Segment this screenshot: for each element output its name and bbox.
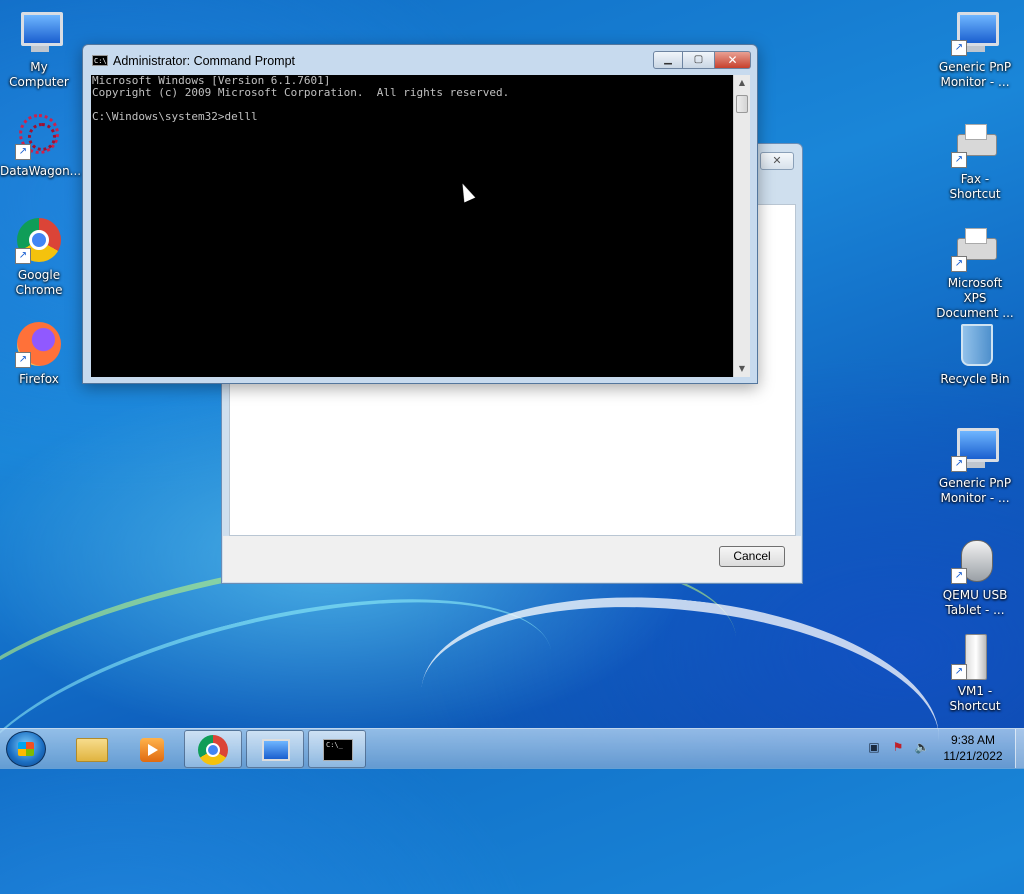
close-button[interactable]: ✕ [715,51,751,69]
scroll-thumb[interactable] [736,95,748,113]
remote-desktop-icon [262,739,290,761]
dialog-close-button[interactable]: ✕ [760,152,794,170]
desktop-icon-fax-shortcut[interactable]: ↗ Fax - Shortcut [936,120,1014,202]
media-player-icon [140,738,164,762]
desktop-icon-label: DataWagon... [0,164,82,178]
window-titlebar[interactable]: C:\ Administrator: Command Prompt ▁ ▢ ✕ [83,45,757,75]
command-prompt-window[interactable]: C:\ Administrator: Command Prompt ▁ ▢ ✕ … [82,44,758,384]
console-area[interactable]: Microsoft Windows [Version 6.1.7601] Cop… [91,75,733,377]
clock[interactable]: 9:38 AM 11/21/2022 [934,732,1012,764]
desktop-icon-label: Generic PnP Monitor - ... [938,60,1012,89]
cmd-icon: C:\_ [323,739,353,761]
desktop-icon-label: VM1 - Shortcut [949,684,1001,713]
desktop-icon-generic-pnp-monitor-2[interactable]: ↗ Generic PnP Monitor - ... [936,424,1014,506]
windows-logo-icon [18,742,34,756]
desktop-icon-datawagon[interactable]: ↗ DataWagon... [0,112,82,179]
desktop-icon-microsoft-xps-document[interactable]: ↗ Microsoft XPS Document ... [936,224,1014,321]
folder-icon [76,738,108,762]
shortcut-arrow-icon: ↗ [15,248,31,264]
shortcut-arrow-icon: ↗ [951,256,967,272]
shortcut-arrow-icon: ↗ [951,456,967,472]
taskbar-button-chrome[interactable] [184,730,242,768]
desktop-icon-label: Recycle Bin [940,372,1010,386]
console-prompt-line: C:\Windows\system32>delll [92,110,258,123]
shortcut-arrow-icon: ↗ [951,568,967,584]
show-desktop-button[interactable] [1015,729,1024,768]
fax-icon: ↗ [951,120,999,168]
maximize-button[interactable]: ▢ [683,51,715,69]
shortcut-arrow-icon: ↗ [951,152,967,168]
desktop-icon-recycle-bin[interactable]: Recycle Bin [936,320,1014,387]
monitor-icon: ↗ [951,8,999,56]
scroll-down-arrow-icon[interactable]: ▼ [734,361,750,377]
monitor-icon: ↗ [951,424,999,472]
desktop-icon-google-chrome[interactable]: ↗ Google Chrome [0,216,78,298]
desktop-icon-my-computer[interactable]: My Computer [0,8,78,90]
desktop-icon-label: Generic PnP Monitor - ... [938,476,1012,505]
recycle-bin-icon [951,320,999,368]
taskbar-button-media-player[interactable] [122,730,180,768]
minimize-button[interactable]: ▁ [653,51,683,69]
volume-icon[interactable]: 🔈 [914,739,930,755]
desktop-icon-label: Firefox [19,372,59,386]
firefox-icon: ↗ [15,320,63,368]
dialog-footer: Cancel [223,536,801,582]
chrome-icon: ↗ [15,216,63,264]
shortcut-arrow-icon: ↗ [15,352,31,368]
taskbar-button-explorer[interactable] [60,730,118,768]
taskbar-button-remote-desktop[interactable] [246,730,304,768]
desktop-icon-label: Microsoft XPS Document ... [936,276,1014,320]
desktop-icon-label: QEMU USB Tablet - ... [942,588,1008,617]
console-line: Copyright (c) 2009 Microsoft Corporation… [92,86,510,99]
mouse-icon: ↗ [951,536,999,584]
datawagon-icon: ↗ [15,112,63,160]
shortcut-arrow-icon: ↗ [951,40,967,56]
printer-icon: ↗ [951,224,999,272]
cancel-button[interactable]: Cancel [719,546,785,567]
start-button[interactable] [6,731,46,767]
desktop-icon-vm1-shortcut[interactable]: ↗ VM1 - Shortcut [936,632,1014,714]
shortcut-arrow-icon: ↗ [15,144,31,160]
desktop-icon-label: Google Chrome [15,268,63,297]
console-output: Microsoft Windows [Version 6.1.7601] Cop… [92,75,509,123]
window-title: Administrator: Command Prompt [113,54,296,68]
tower-icon: ↗ [951,632,999,680]
computer-icon [15,8,63,56]
chrome-icon [198,735,228,765]
desktop-icon-generic-pnp-monitor-1[interactable]: ↗ Generic PnP Monitor - ... [936,8,1014,90]
clock-date: 11/21/2022 [943,749,1003,763]
cmd-icon: C:\ [92,55,108,66]
scroll-up-arrow-icon[interactable]: ▲ [734,75,750,91]
desktop-icon-label: My Computer [9,60,69,89]
desktop-icon-firefox[interactable]: ↗ Firefox [0,320,78,387]
desktop-icon-qemu-usb-tablet[interactable]: ↗ QEMU USB Tablet - ... [936,536,1014,618]
taskbar-button-command-prompt[interactable]: C:\_ [308,730,366,768]
network-icon[interactable]: ▣ [866,739,882,755]
desktop-icon-label: Fax - Shortcut [949,172,1001,201]
action-center-icon[interactable]: ⚑ [890,739,906,755]
shortcut-arrow-icon: ↗ [951,664,967,680]
clock-time: 9:38 AM [950,733,996,747]
vertical-scrollbar[interactable]: ▲ ▼ [733,75,750,377]
